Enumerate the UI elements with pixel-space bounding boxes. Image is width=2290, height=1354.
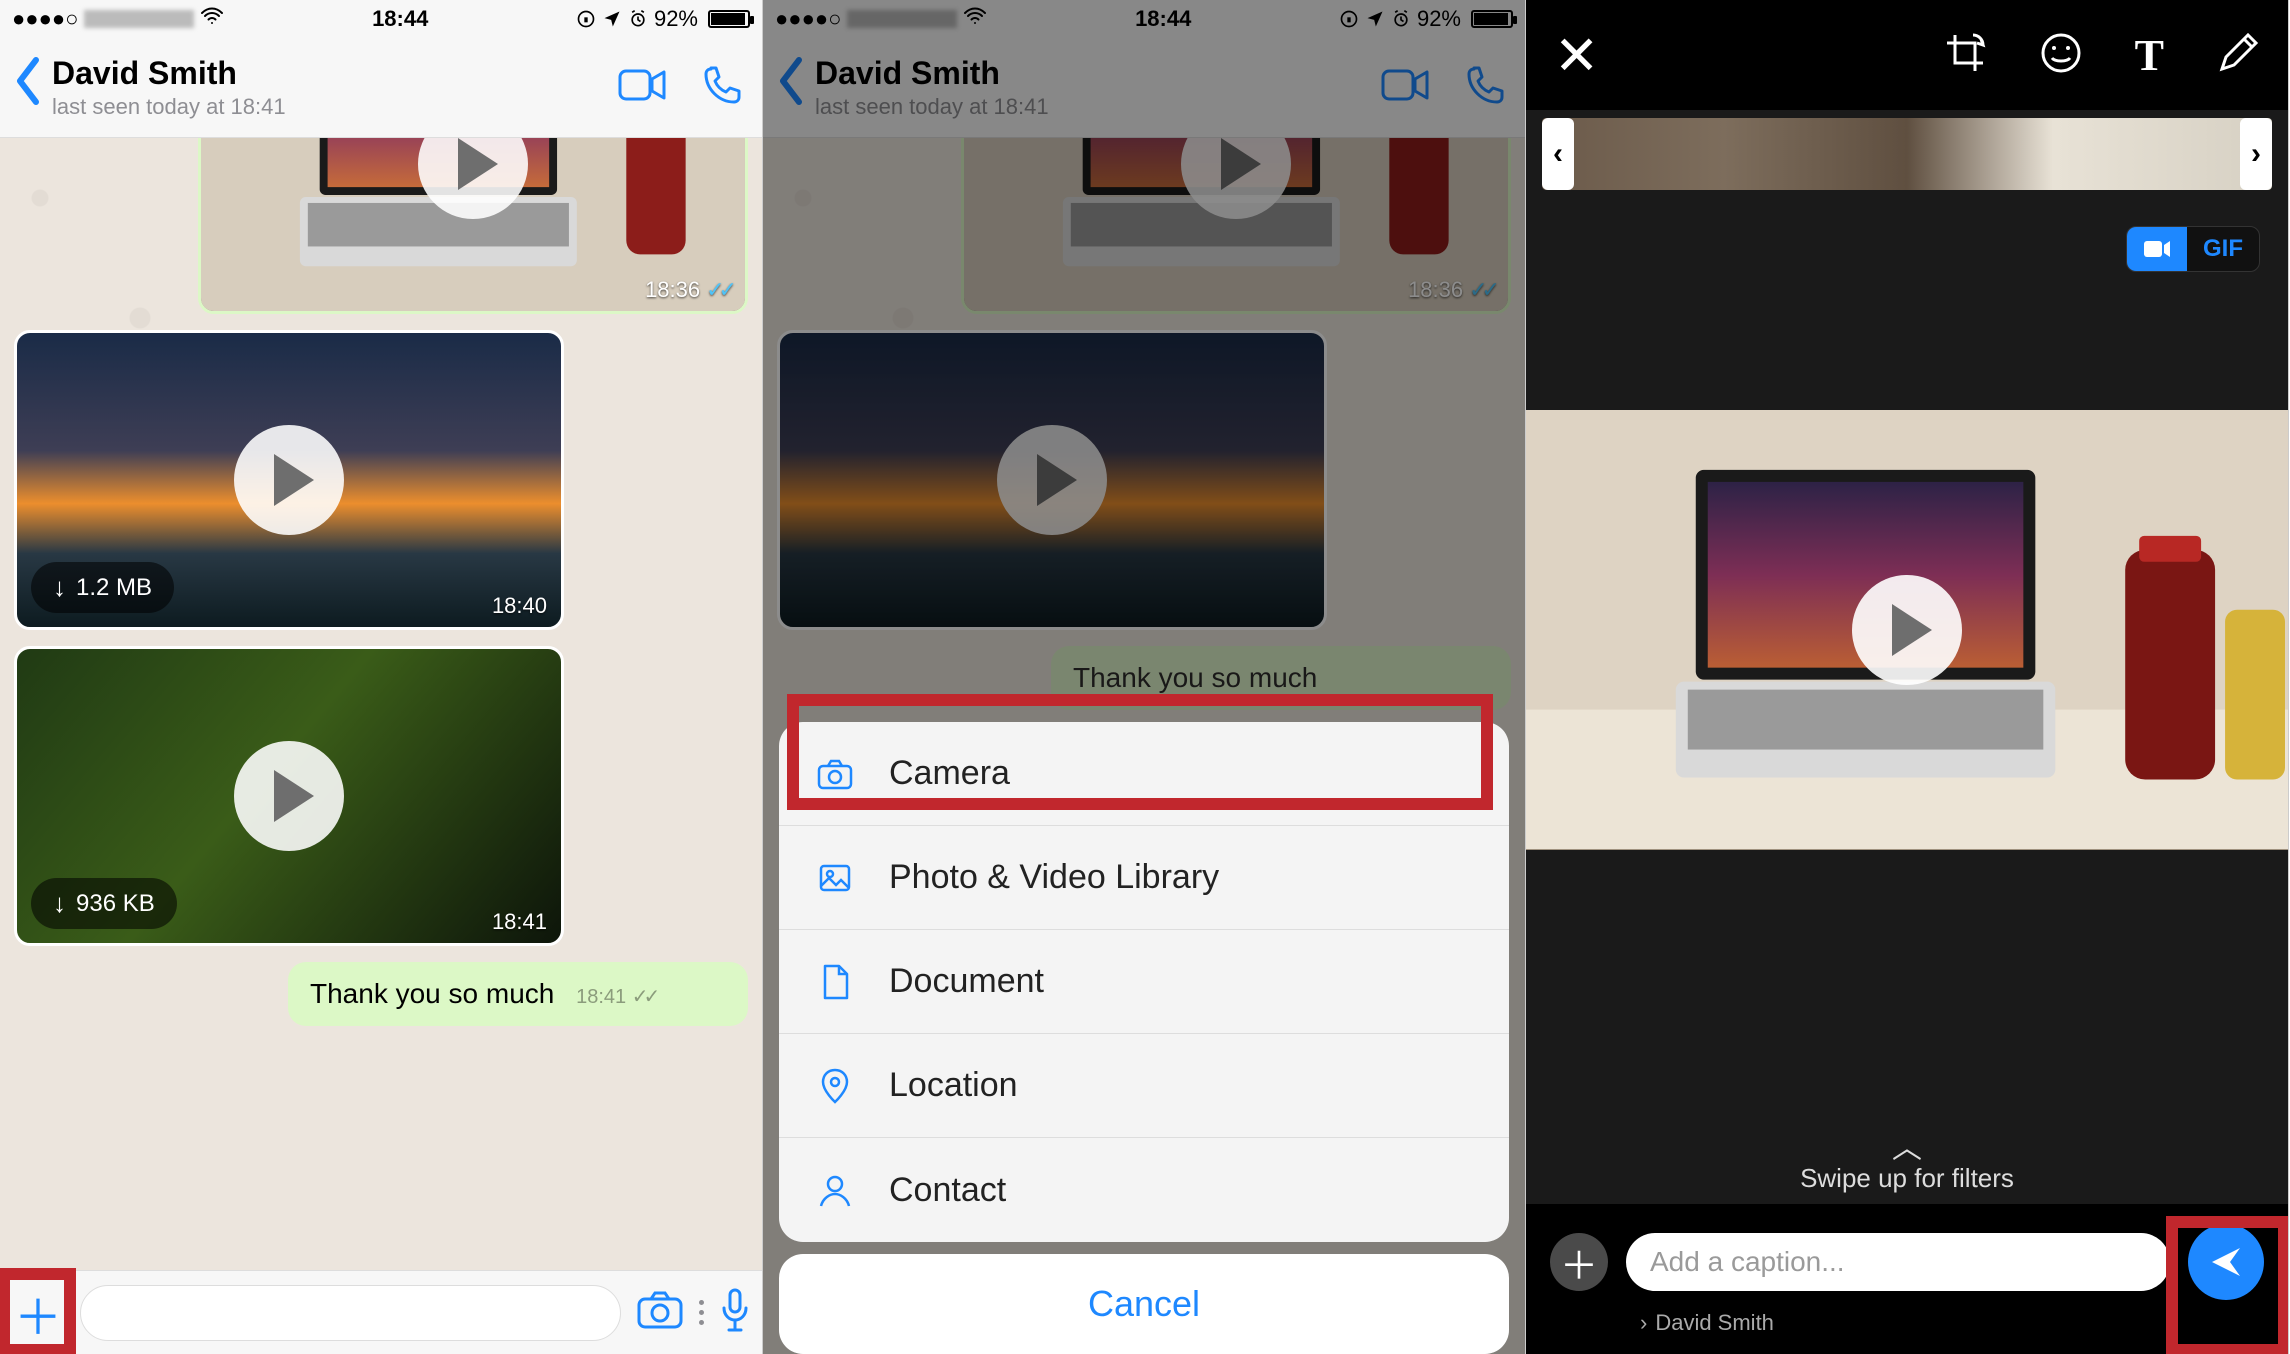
contact-icon	[815, 1170, 855, 1210]
emoji-sticker-button[interactable]	[2039, 31, 2083, 80]
download-size-pill[interactable]: ↓ 936 KB	[31, 878, 177, 929]
caption-bar: ＋ Add a caption... › David Smith	[1526, 1204, 2288, 1354]
recipient-name: David Smith	[1655, 1310, 1774, 1336]
wifi-icon	[200, 4, 224, 34]
play-button[interactable]	[234, 741, 344, 851]
video-mode-option[interactable]	[2127, 227, 2187, 271]
video-gif-toggle[interactable]: GIF	[2126, 226, 2260, 272]
sheet-option-label: Location	[889, 1066, 1018, 1105]
send-button[interactable]	[2188, 1224, 2264, 1300]
outgoing-text-message[interactable]: Thank you so much 18:41 ✓✓	[288, 962, 748, 1026]
chat-header: David Smith last seen today at 18:41	[0, 38, 762, 138]
last-seen: last seen today at 18:41	[52, 94, 618, 120]
video-call-button[interactable]	[618, 65, 668, 110]
trim-handle-right[interactable]: ›	[2240, 118, 2272, 190]
swipe-hint-label: Swipe up for filters	[1800, 1163, 2014, 1193]
battery-icon	[708, 10, 750, 28]
battery-pct: 92%	[654, 6, 698, 32]
panel-media-editor: ✕ T ‹ › GIF	[1526, 0, 2289, 1354]
chat-input-bar: ＋	[0, 1270, 762, 1354]
photo-library-icon	[815, 858, 855, 898]
incoming-video-message-2[interactable]: ↓ 936 KB 18:41	[14, 646, 564, 946]
msg-timestamp: 18:40	[492, 593, 547, 619]
file-size: 936 KB	[76, 890, 155, 918]
camera-icon	[815, 754, 855, 794]
sheet-option-library[interactable]: Photo & Video Library	[779, 826, 1509, 930]
chevron-up-icon: ︿	[1526, 1123, 2288, 1167]
msg-timestamp: 18:41	[492, 909, 547, 935]
chat-body[interactable]: 18:36 ✓✓ ↓ 1.2 MB 18:40 ↓ 936 KB 18:41	[0, 138, 762, 1270]
cancel-label: Cancel	[1088, 1283, 1200, 1325]
editor-toolbar: ✕ T	[1526, 0, 2288, 110]
sheet-option-contact[interactable]: Contact	[779, 1138, 1509, 1242]
outgoing-video-message[interactable]: 18:36 ✓✓	[198, 138, 748, 314]
panel-action-sheet: ●●●●○ 18:44 92% David Smith last seen to…	[763, 0, 1526, 1354]
chevron-right-icon: ›	[1640, 1310, 1647, 1336]
carrier-blur	[84, 10, 194, 28]
video-trim-filmstrip[interactable]: ‹ ›	[1542, 118, 2272, 190]
sheet-cancel-button[interactable]: Cancel	[779, 1254, 1509, 1354]
more-options-icon	[699, 1300, 704, 1325]
panel-chat: ●●●●○ 18:44 92% David Smith	[0, 0, 763, 1354]
download-icon: ↓	[53, 572, 66, 603]
location-arrow-icon	[602, 8, 622, 31]
sheet-option-document[interactable]: Document	[779, 930, 1509, 1034]
msg-timestamp: 18:36 ✓✓	[645, 277, 731, 303]
gif-mode-option[interactable]: GIF	[2187, 227, 2259, 271]
trim-handle-left[interactable]: ‹	[1542, 118, 1574, 190]
caption-placeholder: Add a caption...	[1650, 1246, 1845, 1278]
read-ticks-icon: ✓✓	[706, 277, 731, 303]
sheet-option-label: Photo & Video Library	[889, 858, 1219, 897]
recipient-row[interactable]: › David Smith	[1550, 1310, 2264, 1336]
draw-tool-button[interactable]	[2216, 31, 2260, 80]
incoming-video-message-1[interactable]: ↓ 1.2 MB 18:40	[14, 330, 564, 630]
add-media-button[interactable]: ＋	[1550, 1233, 1608, 1291]
sheet-option-camera[interactable]: Camera	[779, 722, 1509, 826]
text-tool-button[interactable]: T	[2135, 30, 2164, 81]
sheet-option-location[interactable]: Location	[779, 1034, 1509, 1138]
msg-timestamp: 18:41 ✓✓	[576, 986, 655, 1008]
caption-input[interactable]: Add a caption...	[1626, 1233, 2170, 1291]
attachment-add-button[interactable]: ＋	[12, 1278, 64, 1348]
alarm-icon	[628, 8, 648, 31]
download-size-pill[interactable]: ↓ 1.2 MB	[31, 562, 174, 613]
contact-title-block[interactable]: David Smith last seen today at 18:41	[52, 55, 618, 120]
file-size: 1.2 MB	[76, 574, 152, 602]
attachment-action-sheet: Camera Photo & Video Library Document Lo…	[779, 722, 1509, 1242]
ios-status-bar: ●●●●○ 18:44 92%	[0, 0, 762, 38]
download-icon: ↓	[53, 888, 66, 919]
back-button[interactable]	[14, 56, 42, 119]
sheet-option-label: Document	[889, 962, 1044, 1001]
camera-button[interactable]	[637, 1291, 683, 1334]
sheet-option-label: Camera	[889, 754, 1010, 793]
sent-ticks-icon: ✓✓	[632, 986, 656, 1008]
signal-dots: ●●●●○	[12, 6, 78, 32]
close-button[interactable]: ✕	[1554, 24, 1599, 87]
message-text: Thank you so much	[310, 978, 554, 1009]
play-button[interactable]	[234, 425, 344, 535]
voice-call-button[interactable]	[698, 65, 748, 110]
play-button[interactable]	[1852, 575, 1962, 685]
status-time: 18:44	[372, 6, 428, 32]
location-pin-icon	[815, 1066, 855, 1106]
video-preview[interactable]	[1526, 410, 2288, 850]
voice-record-button[interactable]	[720, 1288, 750, 1337]
document-icon	[815, 962, 855, 1002]
swipe-up-hint[interactable]: ︿ Swipe up for filters	[1526, 1123, 2288, 1194]
crop-rotate-button[interactable]	[1943, 31, 1987, 80]
lock-icon	[576, 8, 596, 31]
message-text-input[interactable]	[80, 1285, 621, 1341]
sheet-option-label: Contact	[889, 1171, 1006, 1210]
contact-name: David Smith	[52, 55, 618, 92]
